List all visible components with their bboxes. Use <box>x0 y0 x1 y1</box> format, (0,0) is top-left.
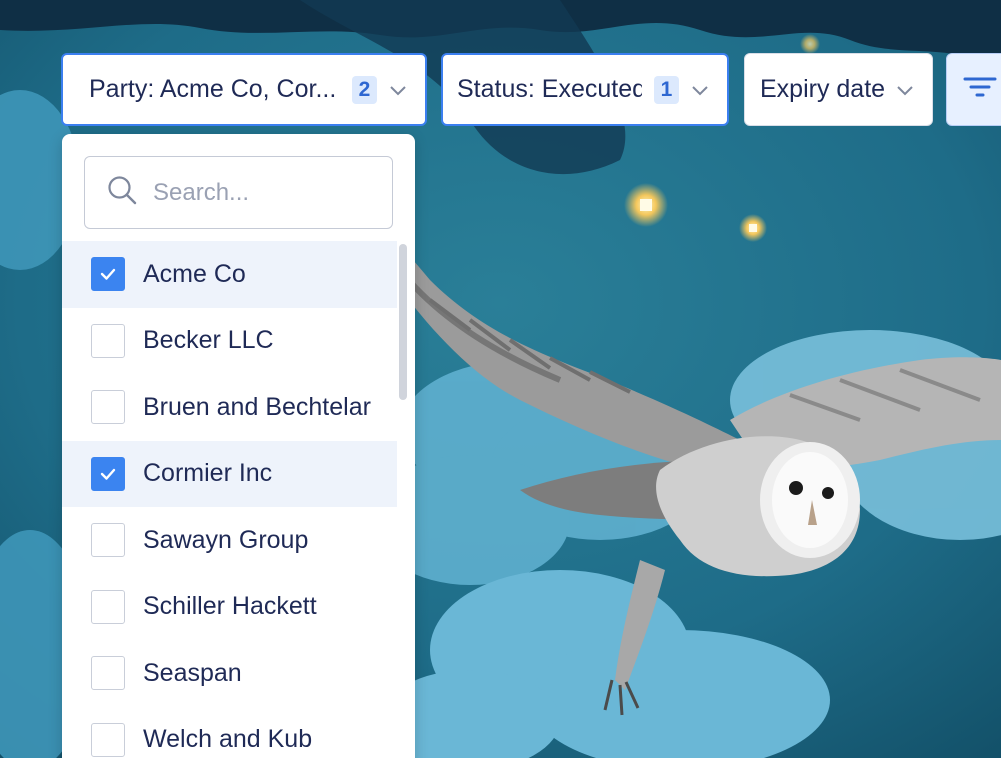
checkbox[interactable] <box>91 589 125 624</box>
status-filter-label: Status: Executed <box>457 75 642 103</box>
party-option-acme-co[interactable]: Acme Co <box>62 241 397 308</box>
more-filters-button[interactable] <box>946 53 1001 126</box>
checkbox[interactable] <box>91 257 125 292</box>
party-option-label: Acme Co <box>143 259 246 288</box>
expiry-date-filter-chip[interactable]: Expiry date <box>744 53 933 126</box>
party-option-seaspan[interactable]: Seaspan <box>62 640 397 707</box>
party-option-label: Bruen and Bechtelar <box>143 392 371 421</box>
chevron-down-icon <box>387 79 409 101</box>
checkbox[interactable] <box>91 456 125 491</box>
party-option-bruen-and-bechtelar[interactable]: Bruen and Bechtelar <box>62 374 397 441</box>
party-option-welch-and-kub[interactable]: Welch and Kub <box>62 707 397 758</box>
checkbox[interactable] <box>91 323 125 358</box>
party-option-label: Welch and Kub <box>143 725 313 754</box>
party-option-label: Becker LLC <box>143 326 274 355</box>
party-option-label: Seaspan <box>143 658 242 687</box>
status-filter-count-badge: 1 <box>654 75 679 104</box>
party-options-list: Acme Co Becker LLC Bruen and Bechtelar C… <box>62 241 397 758</box>
checkbox[interactable] <box>91 390 125 425</box>
filter-lines-icon <box>963 75 997 104</box>
party-option-label: Cormier Inc <box>143 459 273 488</box>
party-option-label: Sawayn Group <box>143 525 309 554</box>
search-input[interactable] <box>151 177 375 208</box>
status-filter-chip[interactable]: Status: Executed 1 <box>441 53 729 126</box>
party-option-cormier-inc[interactable]: Cormier Inc <box>62 440 397 507</box>
search-icon <box>107 175 137 210</box>
party-filter-dropdown: Acme Co Becker LLC Bruen and Bechtelar C… <box>62 134 415 758</box>
dropdown-scrollbar[interactable] <box>399 244 407 400</box>
chevron-down-icon <box>894 79 916 101</box>
chevron-down-icon <box>689 79 711 101</box>
checkbox[interactable] <box>91 722 125 757</box>
party-option-label: Schiller Hackett <box>143 592 317 621</box>
checkbox[interactable] <box>91 523 125 558</box>
check-icon <box>100 468 116 480</box>
check-icon <box>100 269 116 280</box>
party-option-schiller-hackett[interactable]: Schiller Hackett <box>62 574 397 641</box>
party-option-sawayn-group[interactable]: Sawayn Group <box>62 507 397 574</box>
party-option-becker-llc[interactable]: Becker LLC <box>62 308 397 375</box>
party-filter-count-badge: 2 <box>352 75 377 104</box>
search-field[interactable] <box>84 156 393 229</box>
party-filter-chip[interactable]: Party: Acme Co, Cor... 2 <box>61 53 427 126</box>
expiry-date-filter-label: Expiry date <box>760 75 884 103</box>
party-filter-label: Party: Acme Co, Cor... <box>89 75 337 103</box>
checkbox[interactable] <box>91 656 125 691</box>
